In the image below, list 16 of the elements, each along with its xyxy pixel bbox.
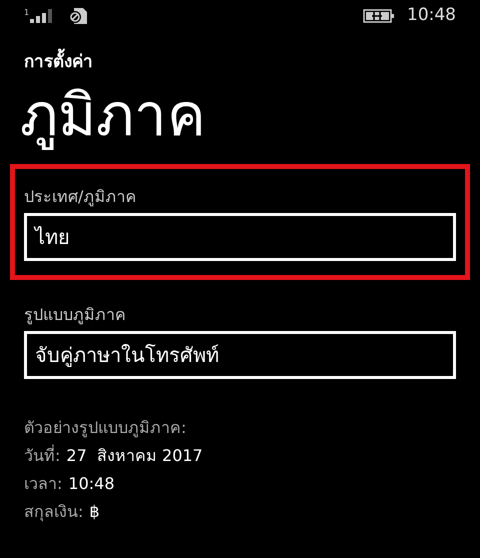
sample-value: 27 สิงหาคม 2017 <box>66 444 203 467</box>
field-label: ประเทศ/ภูมิภาค <box>24 186 138 208</box>
sample-heading: ตัวอย่างรูปแบบภูมิภาค: <box>24 416 188 440</box>
sample-label: สกุลเงิน: <box>24 500 84 524</box>
sample-value: 10:48 <box>68 472 114 495</box>
dropdown-field[interactable]: จับคู่ภาษาในโทรศัพท์ <box>24 330 456 379</box>
page-title: ภูมิภาค <box>19 80 207 152</box>
sim-card-icon <box>68 7 88 25</box>
sample-label: วันที่: <box>24 444 60 467</box>
sim-number: 1 <box>24 9 30 17</box>
sample-label: เวลา: <box>24 472 62 495</box>
battery-charging-icon <box>363 9 395 23</box>
sample-value: ฿ <box>89 500 100 523</box>
clock-time: 10:48 <box>407 4 456 28</box>
dropdown-field[interactable]: ไทย <box>24 212 456 261</box>
field-label: รูปแบบภูมิภาค <box>24 304 127 326</box>
